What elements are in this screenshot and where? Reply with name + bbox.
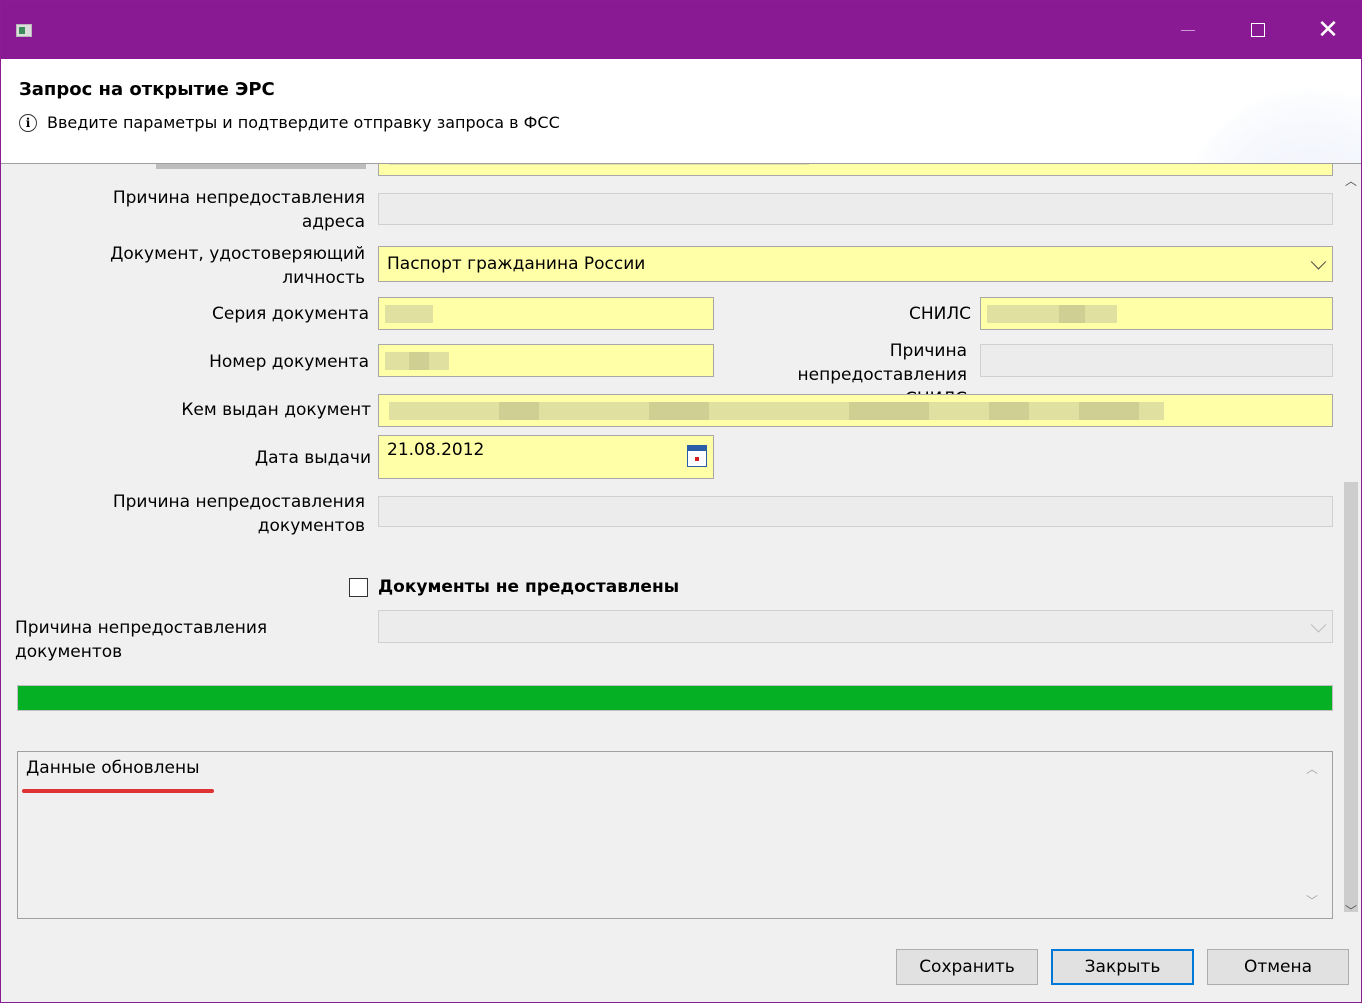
form-scrollbar[interactable]: ︿ ﹀ [1341, 164, 1361, 934]
save-button[interactable]: Сохранить [896, 949, 1038, 985]
redacted-text [1059, 305, 1085, 323]
issue-date-label: Дата выдачи [254, 448, 371, 468]
dialog-header: Запрос на открытие ЭРС i Введите парамет… [1, 59, 1361, 164]
close-window-button[interactable]: ✕ [1293, 1, 1361, 59]
docs-reason-select[interactable] [378, 610, 1333, 643]
scroll-up-icon[interactable]: ︿ [1306, 760, 1318, 777]
chevron-down-icon [1310, 254, 1327, 270]
redacted-text [987, 305, 1117, 323]
doc-number-input[interactable] [378, 344, 714, 377]
highlight-underline [22, 789, 214, 793]
minimize-icon [1181, 29, 1195, 31]
redacted-text [649, 402, 709, 420]
maximize-icon [1251, 23, 1265, 37]
info-icon: i [19, 113, 37, 132]
redacted-text [1079, 402, 1139, 420]
issue-date-input[interactable]: 21.08.2012 [378, 435, 714, 479]
chevron-down-icon [1310, 616, 1327, 633]
header-decoration [1181, 89, 1361, 163]
snils-label: СНИЛС [908, 304, 971, 324]
redacted-text [409, 352, 429, 370]
id-doc-value: Паспорт гражданина России [387, 254, 646, 274]
doc-series-input[interactable] [378, 297, 714, 330]
page-title: Запрос на открытие ЭРС [19, 79, 275, 100]
doc-number-label: Номер документа [209, 352, 369, 372]
id-doc-label: Документ, удостоверяющий личность [110, 244, 365, 288]
docs-reason-field[interactable] [378, 496, 1333, 527]
redacted-text [385, 305, 433, 323]
issued-by-input[interactable] [378, 394, 1333, 427]
form-area: Причина непредоставления адреса Документ… [1, 164, 1341, 934]
maximize-button[interactable] [1223, 1, 1293, 59]
redacted-text [389, 164, 809, 165]
snils-reason-field[interactable] [980, 344, 1333, 377]
address-reason-label: Причина непредоставления адреса [112, 188, 365, 232]
redacted-label [156, 164, 366, 169]
progress-fill [18, 686, 1332, 710]
docs-reason-label: Причина непредоставления документов [112, 492, 365, 536]
status-message: Данные обновлены [26, 758, 200, 778]
docs-not-provided-label[interactable]: Документы не предоставлены [378, 575, 778, 599]
redacted-text [989, 402, 1029, 420]
address-reason-field[interactable] [378, 193, 1333, 225]
address-field[interactable] [378, 164, 1333, 176]
close-icon: ✕ [1317, 15, 1339, 45]
redacted-text [849, 402, 929, 420]
issued-by-label: Кем выдан документ [181, 400, 371, 420]
scrollbar-thumb[interactable] [1344, 482, 1358, 912]
calendar-icon[interactable] [687, 445, 707, 467]
id-doc-select[interactable]: Паспорт гражданина России [378, 246, 1333, 282]
scroll-down-icon[interactable]: ﹀ [1345, 902, 1357, 919]
info-text: Введите параметры и подтвердите отправку… [47, 113, 560, 132]
issue-date-value: 21.08.2012 [387, 440, 485, 460]
close-button[interactable]: Закрыть [1051, 949, 1194, 985]
dialog-footer: Сохранить Закрыть Отмена [1, 934, 1361, 1002]
cancel-button[interactable]: Отмена [1207, 949, 1349, 985]
info-message: i Введите параметры и подтвердите отправ… [19, 113, 560, 132]
scroll-down-icon[interactable]: ﹀ [1306, 892, 1318, 909]
progress-bar [17, 685, 1333, 711]
docs-reason-select-label: Причина непредоставления документов [15, 618, 268, 662]
minimize-button[interactable] [1153, 1, 1223, 59]
redacted-text [499, 402, 539, 420]
title-bar[interactable]: ✕ [1, 1, 1361, 59]
app-window-icon [16, 24, 32, 37]
status-log[interactable]: Данные обновлены ︿ ﹀ [17, 751, 1333, 919]
snils-input[interactable] [980, 297, 1333, 330]
scroll-up-icon[interactable]: ︿ [1345, 172, 1357, 189]
docs-not-provided-checkbox[interactable] [349, 578, 368, 597]
doc-series-label: Серия документа [211, 304, 369, 324]
dialog-window: ✕ Запрос на открытие ЭРС i Введите парам… [0, 0, 1362, 1003]
